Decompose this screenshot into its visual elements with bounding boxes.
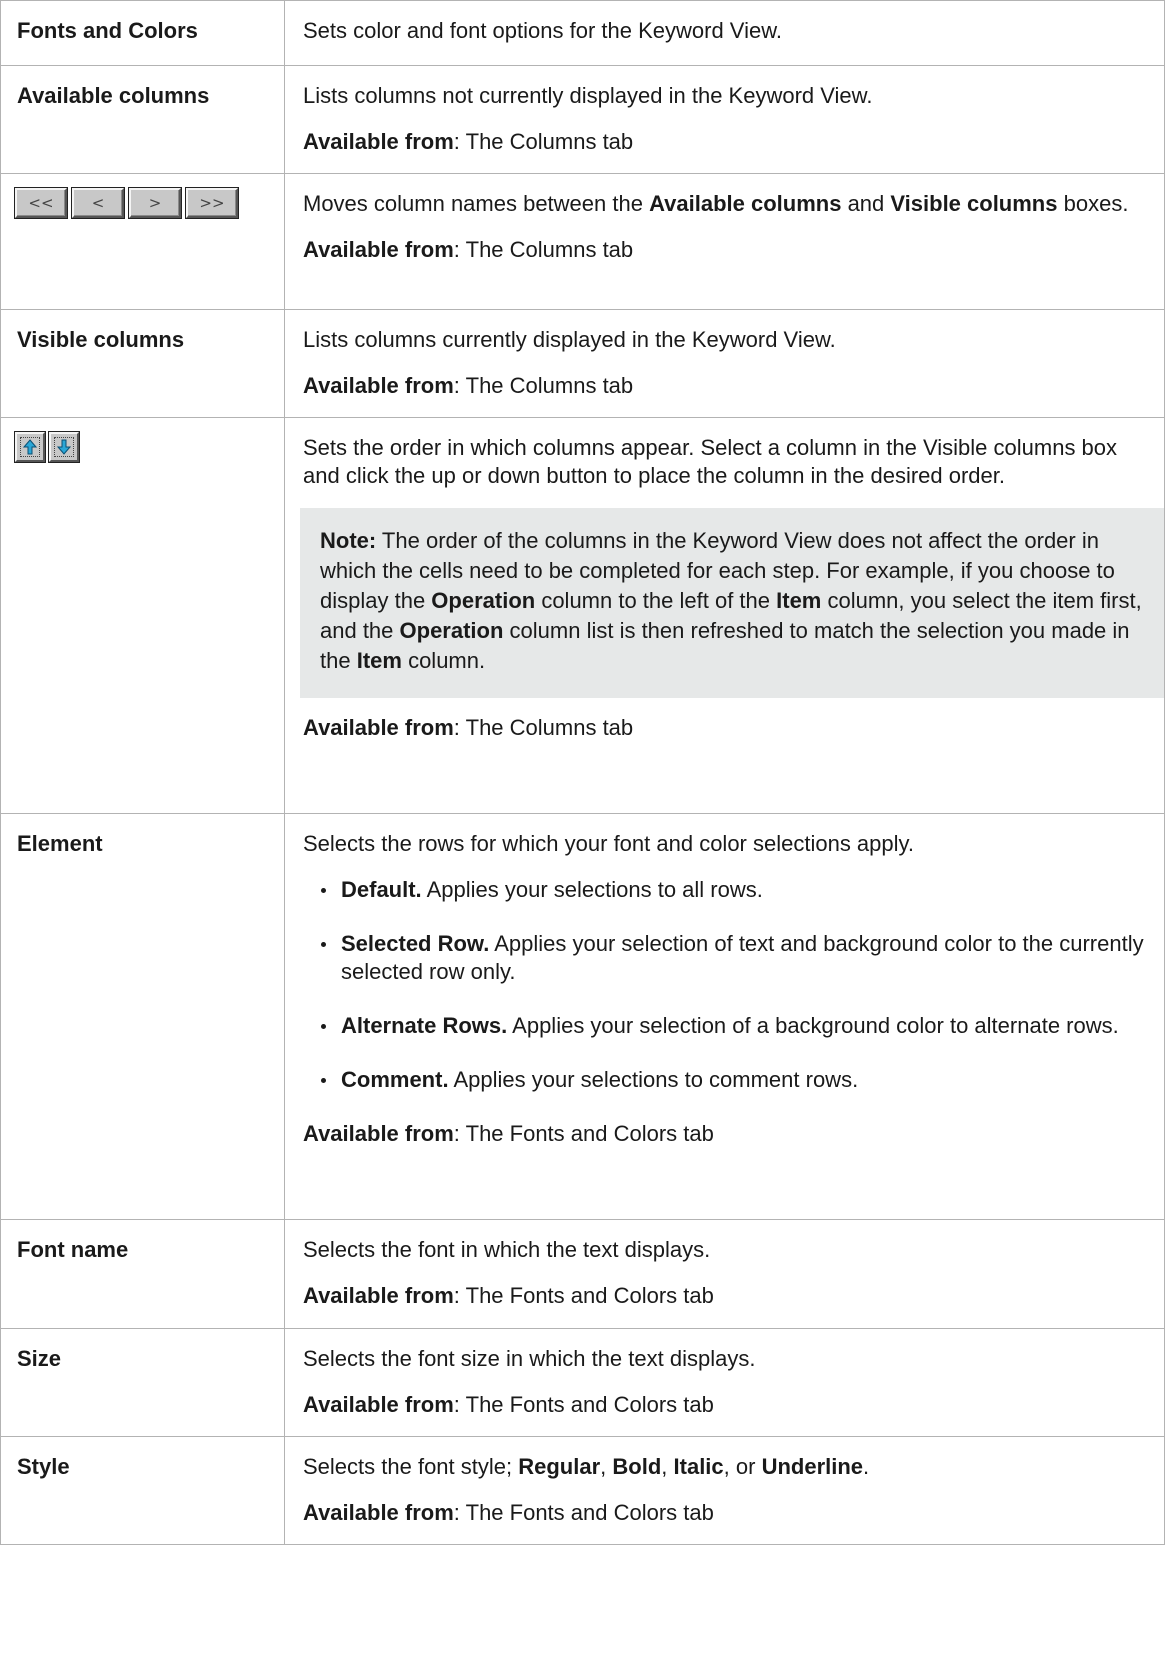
option-label: Size (17, 1346, 62, 1371)
available-from: Available from: The Columns tab (303, 715, 634, 740)
option-description: Selects the font in which the text displ… (303, 1237, 711, 1262)
option-description: Selects the font style; Regular, Bold, I… (303, 1454, 870, 1479)
option-description: Moves column names between the Available… (303, 191, 1129, 216)
table-row: Font name Selects the font in which the … (0, 1219, 1165, 1329)
option-label: Fonts and Colors (17, 18, 198, 43)
table-row: Style Selects the font style; Regular, B… (0, 1436, 1165, 1545)
option-label: Style (17, 1454, 70, 1479)
table-row: Sets the order in which columns appear. … (0, 417, 1165, 814)
options-table: Fonts and Colors Sets color and font opt… (0, 0, 1165, 1545)
available-from: Available from: The Fonts and Colors tab (303, 1500, 714, 1525)
list-item: Default. Applies your selections to all … (303, 876, 1150, 904)
note-box: Note: The order of the columns in the Ke… (300, 508, 1164, 698)
move-up-button[interactable] (15, 432, 45, 462)
table-row: Size Selects the font size in which the … (0, 1328, 1165, 1437)
table-row: Fonts and Colors Sets color and font opt… (0, 0, 1165, 66)
move-buttons-group: << < > >> (1, 174, 284, 218)
option-description: Sets the order in which columns appear. … (303, 435, 1118, 488)
table-row: Element Selects the rows for which your … (0, 813, 1165, 1220)
list-item: Selected Row. Applies your selection of … (303, 930, 1150, 986)
available-from: Available from: The Columns tab (303, 237, 634, 262)
option-description: Lists columns currently displayed in the… (303, 327, 836, 352)
move-left-button[interactable]: < (72, 188, 124, 218)
move-all-left-button[interactable]: << (15, 188, 67, 218)
move-all-right-button[interactable]: >> (186, 188, 238, 218)
option-description: Selects the rows for which your font and… (303, 831, 915, 856)
table-row: Visible columns Lists columns currently … (0, 309, 1165, 418)
available-from: Available from: The Columns tab (303, 373, 634, 398)
move-down-button[interactable] (49, 432, 79, 462)
available-from: Available from: The Fonts and Colors tab (303, 1121, 714, 1146)
up-arrow-icon (23, 439, 37, 455)
note-text: Note: The order of the columns in the Ke… (320, 528, 1142, 673)
down-arrow-icon (57, 439, 71, 455)
order-buttons-group (1, 418, 284, 462)
option-label: Element (17, 831, 103, 856)
available-from: Available from: The Fonts and Colors tab (303, 1392, 714, 1417)
list-item: Comment. Applies your selections to comm… (303, 1066, 1150, 1094)
list-item: Alternate Rows. Applies your selection o… (303, 1012, 1150, 1040)
table-row: Available columns Lists columns not curr… (0, 65, 1165, 174)
option-description: Sets color and font options for the Keyw… (303, 18, 782, 43)
option-label: Font name (17, 1237, 129, 1262)
option-description: Lists columns not currently displayed in… (303, 83, 873, 108)
available-from: Available from: The Columns tab (303, 129, 634, 154)
element-options-list: Default. Applies your selections to all … (303, 876, 1150, 1094)
move-right-button[interactable]: > (129, 188, 181, 218)
table-row: << < > >> Moves column names between the… (0, 173, 1165, 310)
option-label: Visible columns (17, 327, 185, 352)
option-label: Available columns (17, 83, 210, 108)
option-description: Selects the font size in which the text … (303, 1346, 756, 1371)
available-from: Available from: The Fonts and Colors tab (303, 1283, 714, 1308)
